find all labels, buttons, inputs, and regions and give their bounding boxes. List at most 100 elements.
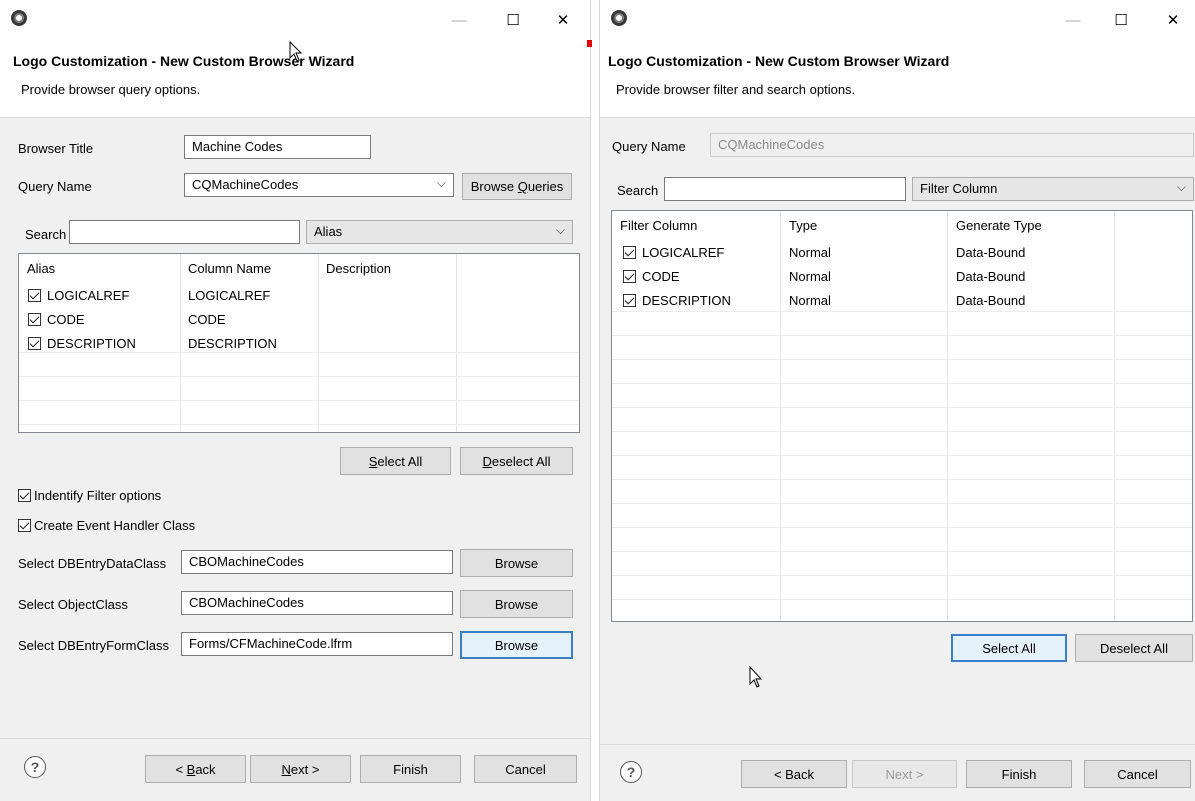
chevron-down-icon: ⌵ [555, 223, 565, 237]
minimize-button[interactable]: — [436, 0, 482, 40]
create-event-handler-checkbox[interactable]: Create Event Handler Class [18, 518, 195, 533]
select-all-button[interactable]: Select All [951, 634, 1067, 662]
row-checkbox[interactable] [623, 294, 636, 307]
next-mnemonic: N [281, 761, 291, 777]
back-label-pre: < [175, 761, 187, 777]
table-row[interactable]: DESCRIPTION [623, 293, 731, 308]
wizard-header: Logo Customization - New Custom Browser … [600, 40, 1195, 118]
help-icon[interactable]: ? [620, 761, 642, 783]
wizard-description: Provide browser query options. [21, 82, 201, 97]
column-header-filter-column[interactable]: Filter Column [614, 211, 703, 241]
minimize-button[interactable]: — [1050, 0, 1096, 40]
row-checkbox[interactable] [623, 246, 636, 259]
back-label-post: ack [195, 761, 216, 777]
cancel-button[interactable]: Cancel [474, 755, 577, 783]
browse-dbentry-data-button[interactable]: Browse [460, 549, 573, 577]
dbentry-form-class-input[interactable]: Forms/CFMachineCode.lfrm [181, 632, 453, 656]
close-button[interactable]: ✕ [1150, 0, 1195, 40]
maximize-button[interactable]: ☐ [1098, 0, 1144, 40]
browse-queries-button[interactable]: Browse Queries [462, 173, 572, 200]
search-input[interactable] [664, 177, 906, 201]
wizard-description: Provide browser filter and search option… [616, 82, 856, 97]
identify-filter-checkbox[interactable]: Indentify Filter options [18, 488, 161, 503]
filter-table[interactable]: Filter Column Type Generate Type LOGICAL… [611, 210, 1193, 622]
red-marker [587, 40, 592, 47]
back-button[interactable]: < Back [741, 760, 847, 788]
identify-filter-label: Indentify Filter options [34, 488, 162, 503]
mouse-cursor-icon [289, 41, 303, 62]
search-column-value: Alias [314, 224, 343, 239]
table-row[interactable]: LOGICALREF [28, 288, 129, 303]
object-class-input[interactable]: CBOMachineCodes [181, 591, 453, 615]
deselect-all-button[interactable]: Deselect All [1075, 634, 1193, 662]
filter-column-cell: CODE [642, 269, 680, 284]
deselect-all-mnemonic: D [482, 453, 492, 469]
next-label-post: ext > [290, 761, 320, 777]
browse-dbentry-form-button[interactable]: Browse [460, 631, 573, 659]
help-icon[interactable]: ? [24, 756, 46, 778]
object-class-label: Select ObjectClass [18, 597, 128, 612]
browse-queries-label-pre: Browse [470, 179, 518, 194]
row-checkbox[interactable] [623, 270, 636, 283]
wizard-footer: ? < Back Next > Finish Cancel [0, 738, 590, 801]
back-button[interactable]: < Back [145, 755, 246, 783]
back-mnemonic: B [186, 761, 196, 777]
search-column-combo[interactable]: Alias ⌵ [306, 220, 573, 244]
search-label: Search [25, 227, 67, 242]
search-column-value: Filter Column [920, 181, 998, 196]
column-header-description[interactable]: Description [320, 254, 397, 284]
browser-title-input[interactable]: Machine Codes [184, 135, 371, 159]
wizard-footer: ? < Back Next > Finish Cancel [600, 744, 1195, 801]
query-name-value: CQMachineCodes [192, 177, 299, 192]
table-row[interactable]: CODE [623, 269, 680, 284]
alias-cell: CODE [47, 312, 85, 327]
column-name-cell: DESCRIPTION [188, 336, 277, 351]
generate-type-cell: Data-Bound [956, 245, 1026, 260]
window-gap [587, 0, 599, 801]
cancel-button[interactable]: Cancel [1084, 760, 1191, 788]
column-header-alias[interactable]: Alias [21, 254, 61, 284]
next-button[interactable]: Next > [250, 755, 351, 783]
close-button[interactable]: ✕ [540, 0, 586, 40]
create-event-handler-label: Create Event Handler Class [34, 518, 196, 533]
dbentry-data-class-input[interactable]: CBOMachineCodes [181, 550, 453, 574]
query-name-combo[interactable]: CQMachineCodes ⌵ [184, 173, 454, 197]
table-row[interactable]: CODE [28, 312, 85, 327]
title-bar: — ☐ ✕ [0, 0, 590, 40]
type-cell: Normal [789, 293, 831, 308]
browse-object-class-button[interactable]: Browse [460, 590, 573, 618]
type-cell: Normal [789, 269, 831, 284]
search-input[interactable] [69, 220, 300, 244]
app-icon [11, 10, 27, 26]
column-name-cell: LOGICALREF [188, 288, 271, 303]
mouse-cursor-icon [749, 666, 763, 688]
deselect-all-button[interactable]: Deselect All [460, 447, 573, 475]
column-header-generate-type[interactable]: Generate Type [950, 211, 1048, 241]
search-column-combo[interactable]: Filter Column ⌵ [912, 177, 1194, 201]
wizard-window-right: — ☐ ✕ Logo Customization - New Custom Br… [599, 0, 1195, 801]
table-row[interactable]: LOGICALREF [623, 245, 724, 260]
dbentry-form-class-label: Select DBEntryFormClass [18, 638, 169, 653]
column-header-column-name[interactable]: Column Name [182, 254, 277, 284]
column-name-cell: CODE [188, 312, 226, 327]
checkbox-check-icon [18, 519, 31, 532]
chevron-down-icon: ⌵ [1176, 180, 1186, 194]
browser-title-label: Browser Title [18, 141, 94, 156]
table-row[interactable]: DESCRIPTION [28, 336, 136, 351]
wizard-title: Logo Customization - New Custom Browser … [13, 53, 355, 69]
select-all-button[interactable]: Select All [340, 447, 451, 475]
finish-button[interactable]: Finish [966, 760, 1072, 788]
type-cell: Normal [789, 245, 831, 260]
row-checkbox[interactable] [28, 337, 41, 350]
dbentry-data-class-label: Select DBEntryDataClass [18, 556, 167, 571]
deselect-all-label: eselect All [491, 453, 551, 469]
browse-queries-mnemonic: Q [517, 179, 528, 194]
row-checkbox[interactable] [28, 289, 41, 302]
column-header-type[interactable]: Type [783, 211, 823, 241]
generate-type-cell: Data-Bound [956, 269, 1026, 284]
columns-table[interactable]: Alias Column Name Description LOGICALREF… [18, 253, 580, 433]
finish-button[interactable]: Finish [360, 755, 461, 783]
maximize-button[interactable]: ☐ [490, 0, 536, 40]
generate-type-cell: Data-Bound [956, 293, 1026, 308]
row-checkbox[interactable] [28, 313, 41, 326]
